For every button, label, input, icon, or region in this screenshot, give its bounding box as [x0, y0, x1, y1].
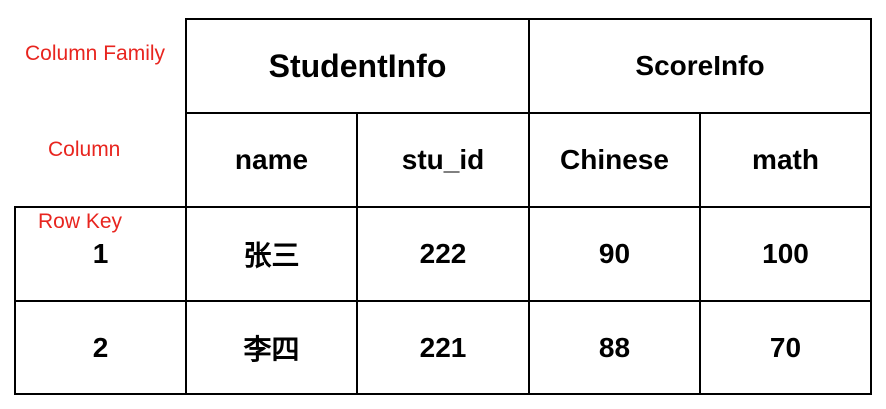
column-header-chinese: Chinese [560, 144, 669, 175]
column-header-stu-id: stu_id [401, 144, 485, 175]
table-cell-chinese: 90 [598, 238, 631, 269]
row-key-cell: 2 [92, 331, 109, 363]
table-cell-math: 70 [769, 331, 802, 363]
table-cell-stu-id: 221 [419, 331, 467, 363]
table-cell-name: 张三 [243, 239, 300, 272]
table-cell-math: 100 [762, 238, 809, 269]
column-family-label: Column Family [25, 42, 166, 65]
column-header-math: math [752, 144, 819, 175]
table-cell-chinese: 88 [598, 331, 631, 363]
column-family-scoreinfo: ScoreInfo [635, 50, 765, 81]
grid-line-bottom [14, 393, 872, 395]
row-key-cell: 1 [92, 238, 109, 269]
column-family-studentinfo: StudentInfo [268, 47, 447, 84]
table-cell-name: 李四 [243, 332, 300, 366]
column-label: Column [48, 138, 121, 161]
table-cell-stu-id: 222 [419, 238, 467, 269]
column-header-name: name [234, 144, 309, 175]
grid-line-right [870, 18, 872, 395]
